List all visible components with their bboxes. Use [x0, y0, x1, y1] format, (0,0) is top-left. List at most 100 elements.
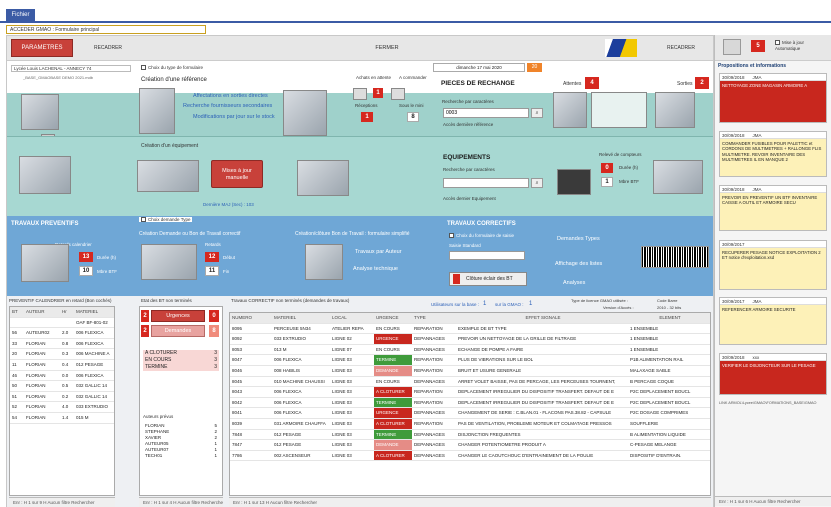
edit-icon[interactable] — [723, 39, 741, 55]
recadrer-button[interactable]: RECADRER — [79, 39, 137, 57]
demandes-types-link[interactable]: Demandes Types — [557, 236, 600, 242]
corr-cell: LIGNE 03 — [332, 357, 352, 363]
auto-update-checkbox[interactable] — [775, 40, 780, 46]
equip-last[interactable]: Accès dernier Equipement — [443, 196, 496, 201]
corr-row[interactable]: 7848 012 PESAGE LIGNE 03 TERMINE DEPANNAGES D… — [230, 429, 710, 441]
note-body: PREVOIR EN PREVENTIF UN BTF INVENTAIRE C… — [720, 193, 826, 230]
saisie-input[interactable] — [449, 251, 525, 260]
mise-a-jour-button[interactable]: Mises à jour manuelle — [211, 160, 263, 188]
prev-col-bt[interactable]: BT — [10, 307, 24, 317]
note-date: 30/09/2018 — [722, 355, 745, 360]
commander-button[interactable] — [391, 88, 405, 100]
corr-col-element[interactable]: ELEMENT — [628, 313, 710, 323]
corr-row[interactable]: 8042 006 FLEXICA LIGNE 03 TERMINE REPARATION… — [230, 397, 710, 409]
corr-row[interactable]: 8095 PERCEUSE 5N34 ATELIER REPA EN COURS REP… — [230, 324, 710, 335]
prev-row[interactable]: 46 FLORIAN 0.0 006 FLEXICA — [10, 371, 114, 382]
prev-row[interactable]: 33 FLORIAN 0.8 006 FLEXICA — [10, 339, 114, 350]
choix-formulaire[interactable]: Choix du type de formulaire — [141, 65, 203, 71]
corr-row[interactable]: 8053 013 M LIGNE 07 EN COURS DEPANNAGES ECHAN… — [230, 345, 710, 356]
corr-row[interactable]: 8045 010 MACHINE CHAUSSI LIGNE 03 EN COURS D… — [230, 377, 710, 388]
corr-statusbar[interactable]: Enr : H 1 sur 13 H Aucun filtre Recherch… — [229, 497, 711, 507]
modifications-link[interactable]: Modifications par jour sur le stock — [193, 114, 275, 120]
corr-row[interactable]: 8046 008 HABILIS LIGNE 03 DEMANDE REPARATION… — [230, 365, 710, 377]
prev-row[interactable]: 50 FLORIAN 0.5 032 GALLIC 14 — [10, 381, 114, 392]
prev-row[interactable]: 20 FLORIAN 0.3 006 MACHINE A — [10, 349, 114, 360]
note-card[interactable]: 30/09/2017 RECUPERER PESAGE NOTICE EXPLOI… — [719, 240, 827, 290]
achats-button[interactable] — [353, 88, 367, 100]
note-body: COMMANDER FUSIBLES POUR PALETTIC et CORD… — [720, 139, 826, 176]
note-card[interactable]: 30/09/2018 xxx VERIFIER LE DISJONCTEUR SUR… — [719, 353, 827, 395]
correctifs-choix[interactable]: Choix du formulaire de saisie — [449, 233, 514, 239]
auteur-row[interactable]: TECH01 1 — [143, 453, 219, 459]
corr-row[interactable]: 8039 031 ARMOIRE CHAUFFA LIGNE 03 A CLOTURE… — [230, 418, 710, 430]
etat-status-row[interactable]: A CLOTURER 3 — [143, 350, 219, 357]
corr-row[interactable]: 8047 006 FLEXICA LIGNE 03 TERMINE REPARATION… — [230, 355, 710, 366]
parts-image — [591, 92, 647, 128]
prev-row[interactable]: 11 FLORIAN 0.4 012 PESAGE — [10, 360, 114, 371]
prev-col-hr[interactable]: Hr — [60, 307, 74, 317]
choix-checkbox[interactable] — [141, 65, 146, 71]
corr-col-materiel[interactable]: MATERIEL — [272, 313, 330, 323]
urgences-button[interactable]: Urgences — [151, 310, 205, 322]
prev-cell: 0.0 — [62, 372, 69, 378]
document-tab[interactable]: ACCEDER GMAO : Formulaire principal — [6, 25, 206, 34]
prev-col-materiel[interactable]: MATERIEL — [74, 307, 114, 317]
cloture-eclair-button[interactable]: Clôture éclair des BT — [449, 272, 527, 286]
corr-col-effet[interactable]: EFFET SIGNALE — [456, 313, 628, 323]
prev-row[interactable]: 51 FLORIAN 0.2 032 GALLIC 14 — [10, 392, 114, 403]
note-card[interactable]: 30/09/2017 JMA REFERENCER ARMOIRE SECURITE — [719, 297, 827, 345]
right-statusbar[interactable]: Enr : H 1 sur 6 H Aucun filtre Recherche… — [715, 496, 831, 506]
correctifs-checkbox[interactable] — [449, 233, 454, 239]
note-card[interactable]: 30/09/2018 JMA NETTOYAGE ZONE MAGASIN ARMO… — [719, 73, 827, 123]
sous-mini-value: 8 — [407, 112, 419, 122]
parametres-button[interactable]: PARAMETRES — [11, 39, 73, 57]
equip-search-button[interactable]: ⌕ — [531, 178, 543, 188]
pieces-last-ref[interactable]: Accès dernière référence — [443, 122, 493, 127]
reference-title: Création d'une référence — [141, 77, 207, 83]
etat-status-row[interactable]: EN COURS 3 — [143, 357, 219, 364]
sorties-badge: 2 — [695, 77, 709, 89]
corr-row[interactable]: 7847 012 PESAGE LIGNE 03 DEMANDE DEPANNAGES C… — [230, 440, 710, 451]
note-card[interactable]: 30/09/2018 JMA PREVOIR EN PREVENTIF UN BTF… — [719, 185, 827, 231]
corr-col-urgence[interactable]: URGENCE — [374, 313, 412, 323]
prev-cell: 0.4 — [62, 361, 69, 367]
corr-row[interactable]: 8041 006 FLEXICA LIGNE 03 URGENCE DEPANNAGES… — [230, 408, 710, 419]
prev-row[interactable]: 54 FLORIAN 1.4 015 M — [10, 413, 114, 424]
pieces-search-button[interactable]: ⌕ — [531, 108, 543, 118]
prev-row[interactable]: 56 AUTEUR02 2.0 006 FLEXICA — [10, 328, 114, 339]
equip-search-input[interactable] — [443, 178, 529, 188]
prev-row[interactable]: OAF BF-801-02 — [10, 318, 114, 329]
corr-row[interactable]: 8043 006 FLEXICA LIGNE 03 A CLOTURER REPARAT… — [230, 387, 710, 398]
corr-col-local[interactable]: LOCAL — [330, 313, 374, 323]
analyse-technique-link[interactable]: Analyse technique — [353, 266, 398, 272]
travaux-auteur-link[interactable]: Travaux par Auteur — [355, 249, 402, 255]
demandes-button[interactable]: Demandes — [151, 325, 205, 337]
etat-title: Etat des BT non terminés — [141, 298, 192, 303]
corr-row[interactable]: 8092 033 EXTRUDIO LIGNE 02 URGENCE DEPANNAGE… — [230, 334, 710, 345]
etat-statusbar[interactable]: Enr : H 1 sur 4 H Aucun filtre Recherche… — [139, 497, 223, 507]
affectations-link[interactable]: Affectations en sorties directes — [193, 93, 268, 99]
fournisseurs-link[interactable]: Recherche fournisseurs secondaires — [183, 103, 272, 109]
demande-badge: 12 — [205, 252, 219, 262]
file-tab[interactable]: Fichier — [6, 9, 35, 21]
affichage-listes-link[interactable]: Affichage des listes — [555, 261, 602, 267]
corr-col-type[interactable]: TYPE — [412, 313, 456, 323]
corr-cell: TERMINE — [374, 355, 412, 365]
recadrer-right-button[interactable]: RECADRER — [655, 39, 707, 57]
fermer-button[interactable]: FERMER — [287, 39, 487, 57]
choix-demande[interactable]: Choix demande Type — [139, 217, 193, 223]
corr-col-numero[interactable]: NUMERO — [230, 313, 272, 323]
choix-demande-checkbox[interactable] — [141, 217, 146, 223]
correctifs-title: TRAVAUX CORRECTIFS — [447, 221, 516, 227]
corr-row[interactable]: 7786 002 ASCENSEUR LIGNE 03 A CLOTURER DEPAN… — [230, 450, 710, 462]
auto-update[interactable]: Mise à jour Automatique — [775, 40, 829, 52]
corr-cell: URGENCE — [374, 408, 412, 418]
prev-statusbar[interactable]: Enr : H 1 sur 9 H Aucun filtre Recherche… — [9, 497, 115, 507]
prev-row[interactable]: 52 FLORIAN 4.0 033 EXTRUDIO — [10, 402, 114, 413]
note-card[interactable]: 30/09/2018 JMA COMMANDER FUSIBLES POUR PAL… — [719, 131, 827, 177]
etat-status-row[interactable]: TERMINE 3 — [143, 364, 219, 371]
prev-col-auteur[interactable]: AUTEUR — [24, 307, 60, 317]
analyses-link[interactable]: Analyses — [563, 280, 585, 286]
demande-title: Création Demande ou Bon de Travail corre… — [139, 231, 241, 237]
pieces-search-input[interactable] — [443, 108, 529, 118]
